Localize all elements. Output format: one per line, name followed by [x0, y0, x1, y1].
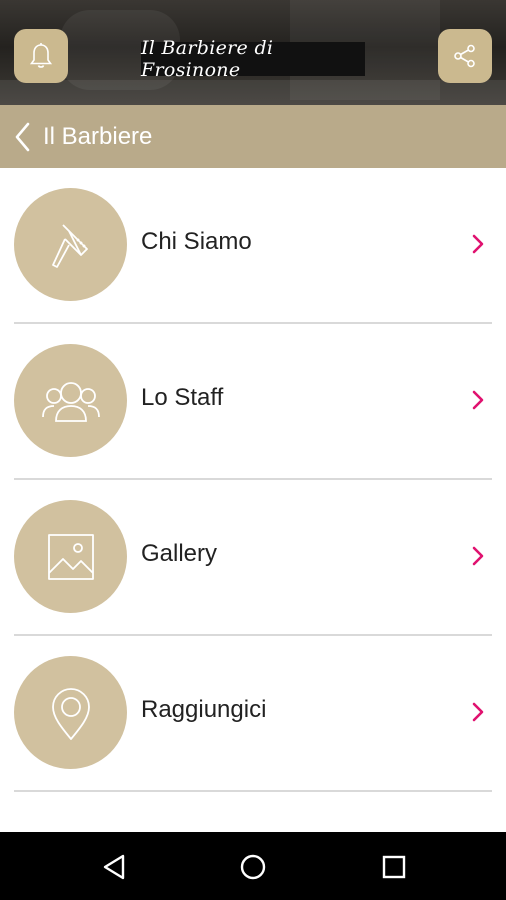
- system-back-button[interactable]: [97, 850, 131, 884]
- system-home-button[interactable]: [236, 850, 270, 884]
- menu-item-chi-siamo[interactable]: Chi Siamo: [0, 168, 506, 324]
- share-icon: [454, 44, 475, 68]
- menu-item-label: Gallery: [141, 540, 218, 567]
- menu-item-label: Raggiungici: [141, 696, 267, 723]
- page-title: Il Barbiere: [43, 122, 153, 150]
- system-recents-button[interactable]: [377, 850, 411, 884]
- people-icon: [41, 381, 100, 422]
- chevron-right-icon: [472, 234, 484, 254]
- circle-home-icon: [240, 854, 266, 880]
- divider: [14, 790, 492, 792]
- razor-icon: [51, 223, 88, 268]
- chevron-right-icon: [472, 390, 484, 410]
- app-logo: Il Barbiere di Frosinone: [141, 37, 365, 81]
- menu-item-icon-circle: [14, 500, 127, 613]
- app-header: Il Barbiere di Frosinone: [0, 0, 506, 105]
- page-navbar: Il Barbiere: [0, 105, 506, 168]
- share-button[interactable]: [438, 29, 492, 83]
- logo-text: Il Barbiere di Frosinone: [141, 37, 274, 81]
- menu-item-gallery[interactable]: Gallery: [0, 480, 506, 636]
- header-background-texture: [0, 80, 506, 105]
- menu-item-icon-circle: [14, 656, 127, 769]
- notification-button[interactable]: [14, 29, 68, 83]
- system-navigation-bar: [0, 832, 506, 900]
- location-pin-icon: [51, 687, 90, 740]
- menu-item-label: Lo Staff: [141, 384, 224, 411]
- menu-item-icon-circle: [14, 344, 127, 457]
- image-icon: [47, 533, 94, 580]
- menu-list: Chi Siamo Lo Staff Gallery Raggiungici: [0, 168, 506, 792]
- chevron-right-icon: [472, 702, 484, 722]
- menu-item-label: Chi Siamo: [141, 228, 252, 255]
- menu-item-raggiungici[interactable]: Raggiungici: [0, 636, 506, 792]
- bell-icon: [29, 43, 53, 68]
- chevron-right-icon: [472, 546, 484, 566]
- menu-item-icon-circle: [14, 188, 127, 301]
- back-button[interactable]: [13, 117, 39, 157]
- chevron-left-icon: [15, 122, 30, 151]
- square-recents-icon: [382, 855, 406, 879]
- menu-item-lo-staff[interactable]: Lo Staff: [0, 324, 506, 480]
- triangle-back-icon: [103, 854, 125, 880]
